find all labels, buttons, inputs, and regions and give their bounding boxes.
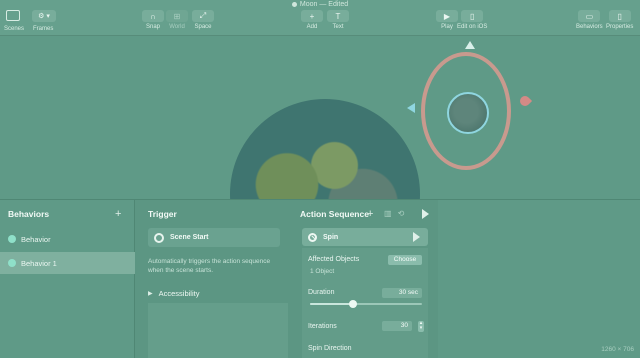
iterations-stepper[interactable]: ▴ ▾ [418, 321, 424, 332]
object-count: 1 Object [310, 268, 335, 275]
world-icon: ⊞ [166, 10, 188, 22]
play-action-icon[interactable] [413, 232, 420, 242]
gizmo-left-handle[interactable] [407, 103, 415, 113]
frames-button[interactable]: ⚙ ▾ [32, 10, 56, 22]
trash-icon[interactable]: ▥ [384, 209, 392, 218]
scenes-label: Scenes [4, 26, 25, 32]
spin-settings: Affected Objects Choose 1 Object Duratio… [302, 248, 428, 358]
add-behavior-button[interactable]: + [115, 209, 121, 220]
behaviors-toggle-label: Behaviors [576, 24, 603, 30]
moon-model[interactable] [447, 92, 489, 134]
duration-field[interactable]: 30 sec [382, 288, 422, 298]
resolution-label: 1260 × 706 [601, 346, 634, 353]
text-icon: T [327, 10, 349, 22]
trigger-title: Trigger [148, 209, 177, 219]
play-label: Play [441, 24, 453, 30]
behaviors-icon: ▭ [578, 10, 601, 22]
behaviors-editor: Behaviors + Behavior Behavior 1 Trigger … [0, 199, 640, 358]
add-action-button[interactable]: + [367, 209, 373, 220]
add-label: Add [306, 24, 318, 30]
toolbar: Moon — Edited Scenes ⚙ ▾ Frames ∩ Snap ⊞… [0, 0, 640, 36]
trigger-details-area [148, 303, 288, 358]
plus-icon: + [301, 10, 323, 22]
device-icon: ▯ [461, 10, 484, 22]
iterations-label: Iterations [308, 323, 337, 330]
scenes-icon[interactable] [6, 10, 20, 21]
space-button[interactable]: ⤢ Space [192, 10, 214, 30]
window-title-text: Moon — Edited [299, 1, 349, 8]
trigger-description: Automatically triggers the action sequen… [148, 258, 271, 274]
duration-slider-knob[interactable] [348, 300, 357, 308]
spin-direction-label: Spin Direction [308, 345, 352, 352]
edit-on-ios-button[interactable]: ▯ Edit on iOS [457, 10, 487, 30]
loop-icon[interactable]: ⟲ [398, 209, 405, 218]
affected-objects-label: Affected Objects [308, 256, 360, 263]
trigger-panel: Trigger Scene Start Automatically trigge… [140, 200, 288, 358]
play-sequence-icon[interactable] [422, 209, 429, 219]
behavior-dot-icon [8, 259, 16, 267]
gear-icon [154, 232, 164, 243]
world-label: World [169, 24, 185, 30]
scene-start-header: Scene Start [148, 228, 280, 247]
disclosure-triangle-icon: ▶ [148, 290, 153, 297]
play-icon: ▶ [436, 10, 458, 22]
behavior-list-item[interactable]: Behavior [0, 228, 135, 250]
world-button[interactable]: ⊞ World [166, 10, 188, 30]
properties-toggle-button[interactable]: ▯ Properties [606, 10, 633, 30]
accessibility-label: Accessibility [158, 288, 200, 298]
behaviors-list-panel: Behaviors + Behavior Behavior 1 [0, 200, 135, 358]
gizmo-up-handle[interactable] [465, 41, 475, 49]
gizmo-right-handle[interactable] [517, 93, 533, 109]
behaviors-title: Behaviors [8, 209, 50, 219]
behavior-label: Behavior 1 [21, 258, 57, 268]
scene-start-label: Scene Start [170, 234, 209, 241]
behaviors-toggle-button[interactable]: ▭ Behaviors [576, 10, 603, 30]
action-sequence-panel: Action Sequence + ▥ ⟲ Spin Affected Obje… [294, 200, 438, 358]
scene-start-card[interactable]: Scene Start [148, 228, 280, 247]
inspector-empty-area: 1260 × 706 [438, 200, 640, 358]
spin-title: Spin [323, 233, 339, 241]
behavior-dot-icon [8, 235, 16, 243]
frames-label: Frames [33, 26, 54, 32]
properties-icon: ▯ [608, 10, 631, 22]
spin-action-card[interactable]: Spin [302, 228, 428, 246]
action-tools: ▥ ⟲ [384, 209, 404, 218]
behavior-list-item-selected[interactable]: Behavior 1 [0, 252, 135, 274]
text-label: Text [332, 24, 344, 30]
add-button[interactable]: + Add [301, 10, 323, 30]
play-button[interactable]: ▶ Play [436, 10, 458, 30]
action-sequence-title: Action Sequence [300, 209, 369, 219]
properties-toggle-label: Properties [606, 24, 634, 30]
duration-slider-fill [310, 303, 353, 305]
space-icon: ⤢ [192, 10, 214, 22]
text-button[interactable]: T Text [327, 10, 349, 30]
choose-button[interactable]: Choose [388, 255, 422, 265]
snap-label: Snap [145, 24, 160, 30]
scene-viewport[interactable] [0, 36, 640, 199]
spin-icon [308, 232, 317, 242]
duration-label: Duration [308, 289, 335, 296]
frames-button-glyph: ⚙ ▾ [38, 13, 50, 20]
window-title: Moon — Edited [0, 1, 640, 8]
earth-model[interactable] [230, 99, 420, 199]
snap-button[interactable]: ∩ Snap [142, 10, 164, 30]
accessibility-disclosure[interactable]: ▶ Accessibility [148, 284, 288, 302]
magnet-icon: ∩ [142, 10, 164, 22]
document-icon [291, 1, 297, 7]
space-label: Space [194, 24, 212, 30]
edit-on-ios-label: Edit on iOS [457, 24, 488, 30]
behavior-label: Behavior [21, 234, 51, 244]
iterations-field[interactable]: 30 [382, 321, 412, 331]
